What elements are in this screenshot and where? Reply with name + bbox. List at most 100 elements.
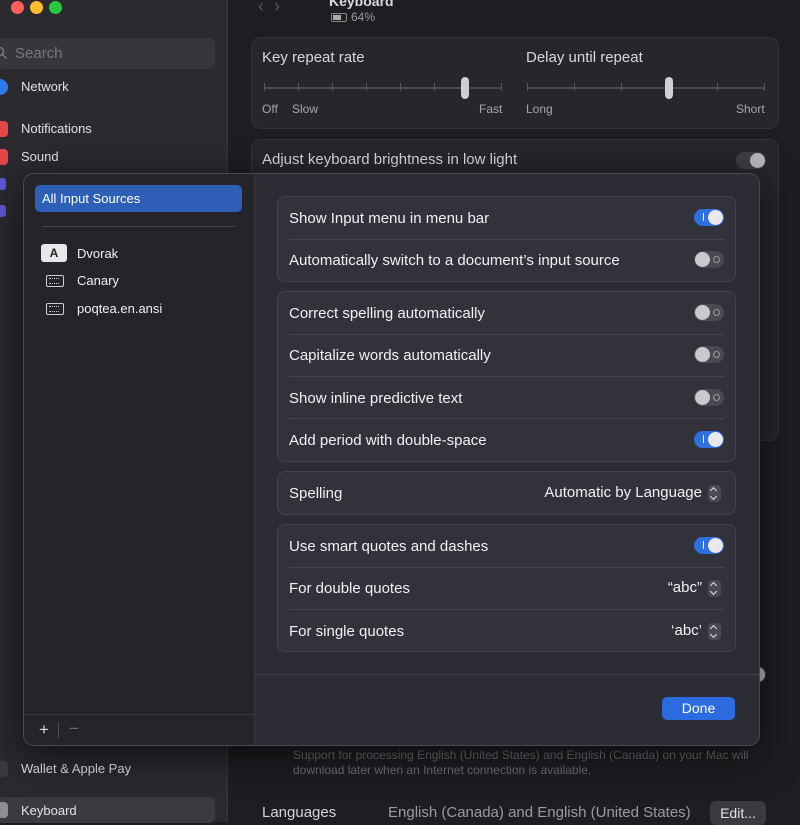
slider-tick	[400, 83, 401, 91]
auto-switch-toggle[interactable]	[694, 251, 724, 268]
slider-min-label: Long	[526, 102, 553, 116]
double-quotes-value: “abc”	[667, 579, 702, 596]
battery-status: 64%	[331, 10, 375, 24]
toggle-thumb	[695, 390, 710, 405]
double-space-period-toggle[interactable]	[694, 431, 724, 448]
screen-time-icon	[0, 205, 6, 217]
search-placeholder: Search	[15, 45, 63, 62]
key-repeat-knob[interactable]	[461, 77, 469, 99]
slider-tick	[298, 83, 299, 91]
slider-tick	[621, 83, 622, 91]
row-label: For single quotes	[289, 623, 405, 640]
row-label: Add period with double-space	[289, 432, 487, 449]
row-label: Capitalize words automatically	[289, 347, 491, 364]
input-source-label: poqtea.en.ansi	[77, 301, 163, 316]
show-input-menu-toggle[interactable]	[694, 209, 724, 226]
toggle-thumb	[695, 347, 710, 362]
sidebar-item-label: Notifications	[21, 121, 92, 136]
search-field[interactable]: Search	[0, 38, 215, 69]
capitalize-words-toggle[interactable]	[694, 346, 724, 363]
brightness-label: Adjust keyboard brightness in low light	[262, 151, 518, 168]
navigation-arrows[interactable]: ‹ ›	[258, 0, 280, 17]
brightness-toggle[interactable]	[736, 152, 766, 169]
sidebar-item-keyboard[interactable]: Keyboard	[0, 797, 215, 823]
toggle-thumb	[708, 538, 723, 553]
row-label: Use smart quotes and dashes	[289, 538, 489, 555]
languages-value: English (Canada) and English (United Sta…	[388, 804, 691, 821]
add-input-source-button[interactable]: +	[36, 720, 52, 740]
all-input-sources-item[interactable]: All Input Sources	[35, 185, 242, 212]
slider-tick	[332, 83, 333, 91]
chevron-updown-icon	[708, 622, 721, 640]
all-input-sources-label: All Input Sources	[42, 191, 141, 206]
toggle-thumb	[708, 210, 723, 225]
slider-tick	[574, 83, 575, 91]
input-source-label: Dvorak	[77, 246, 119, 261]
chevron-updown-icon	[708, 579, 721, 597]
predictive-text-row: Show inline predictive text	[278, 377, 735, 419]
input-sources-list: All Input Sources A Dvorak Canary poqtea…	[24, 174, 255, 745]
download-note: Support for processing English (United S…	[293, 748, 749, 777]
row-label: Automatically switch to a document’s inp…	[289, 252, 620, 269]
predictive-text-toggle[interactable]	[694, 389, 724, 406]
single-quotes-popup[interactable]: ‘abc’	[671, 622, 721, 640]
list-divider	[42, 226, 235, 227]
sidebar-item-sound[interactable]: Sound	[0, 146, 227, 168]
double-space-period-row: Add period with double-space	[278, 419, 735, 461]
text-input-group: Correct spelling automatically Capitaliz…	[277, 291, 736, 462]
capitalize-words-row: Capitalize words automatically	[278, 334, 735, 376]
spelling-row: Spelling Automatic by Language	[278, 472, 735, 514]
pane-title: Keyboard	[329, 0, 394, 9]
spelling-popup[interactable]: Automatic by Language	[544, 484, 721, 502]
off-mark-icon	[713, 394, 720, 401]
footer-divider	[58, 722, 59, 738]
delay-until-repeat-label: Delay until repeat	[526, 49, 643, 66]
minimize-window-button[interactable]	[30, 1, 43, 14]
key-repeat-rate-label: Key repeat rate	[262, 49, 365, 66]
toggle-thumb	[708, 432, 723, 447]
spelling-value: Automatic by Language	[544, 484, 702, 501]
sidebar-item-label: Keyboard	[21, 803, 77, 818]
input-sources-sheet: All Input Sources A Dvorak Canary poqtea…	[23, 173, 760, 746]
slider-min-label: Off	[262, 102, 278, 116]
zoom-window-button[interactable]	[49, 1, 62, 14]
battery-level: 64%	[351, 10, 376, 24]
letter-a-icon: A	[41, 244, 67, 262]
sidebar-item-label: Wallet & Apple Pay	[21, 761, 132, 776]
slider-min-label: Slow	[292, 102, 319, 116]
sidebar-item-network[interactable]: Network	[0, 76, 227, 98]
input-source-label: Canary	[77, 273, 119, 288]
smart-quotes-toggle[interactable]	[694, 537, 724, 554]
double-quotes-row: For double quotes “abc”	[278, 567, 735, 609]
correct-spelling-row: Correct spelling automatically	[278, 292, 735, 334]
close-window-button[interactable]	[11, 1, 24, 14]
slider-max-label: Fast	[479, 102, 503, 116]
spelling-group: Spelling Automatic by Language	[277, 471, 736, 515]
smart-quotes-row: Use smart quotes and dashes	[278, 525, 735, 567]
row-label: Show Input menu in menu bar	[289, 210, 490, 227]
show-input-menu-row: Show Input menu in menu bar	[278, 197, 735, 239]
wallet-icon	[0, 761, 8, 777]
edit-languages-button[interactable]: Edit...	[710, 801, 766, 825]
done-button[interactable]: Done	[662, 697, 735, 720]
chevron-updown-icon	[708, 484, 721, 502]
delay-until-repeat-slider[interactable]	[527, 87, 765, 89]
languages-label: Languages	[262, 804, 337, 821]
double-quotes-popup[interactable]: “abc”	[668, 579, 721, 597]
row-label: Correct spelling automatically	[289, 305, 485, 322]
sidebar-item-wallet-apple-pay[interactable]: Wallet & Apple Pay	[0, 758, 227, 780]
remove-input-source-button[interactable]: −	[66, 719, 82, 739]
toggle-thumb	[695, 252, 710, 267]
off-mark-icon	[713, 351, 720, 358]
bell-icon	[0, 121, 8, 137]
slider-tick	[717, 83, 718, 91]
input-menu-group: Show Input menu in menu bar Automaticall…	[277, 196, 736, 282]
sidebar-item-label: Sound	[21, 149, 59, 164]
single-quotes-row: For single quotes ‘abc’	[278, 610, 735, 652]
correct-spelling-toggle[interactable]	[694, 304, 724, 321]
slider-tick	[764, 83, 765, 91]
sidebar-item-notifications[interactable]: Notifications	[0, 118, 227, 140]
delay-until-repeat-knob[interactable]	[665, 77, 673, 99]
slider-tick	[527, 83, 528, 91]
row-label: Show inline predictive text	[289, 390, 463, 407]
